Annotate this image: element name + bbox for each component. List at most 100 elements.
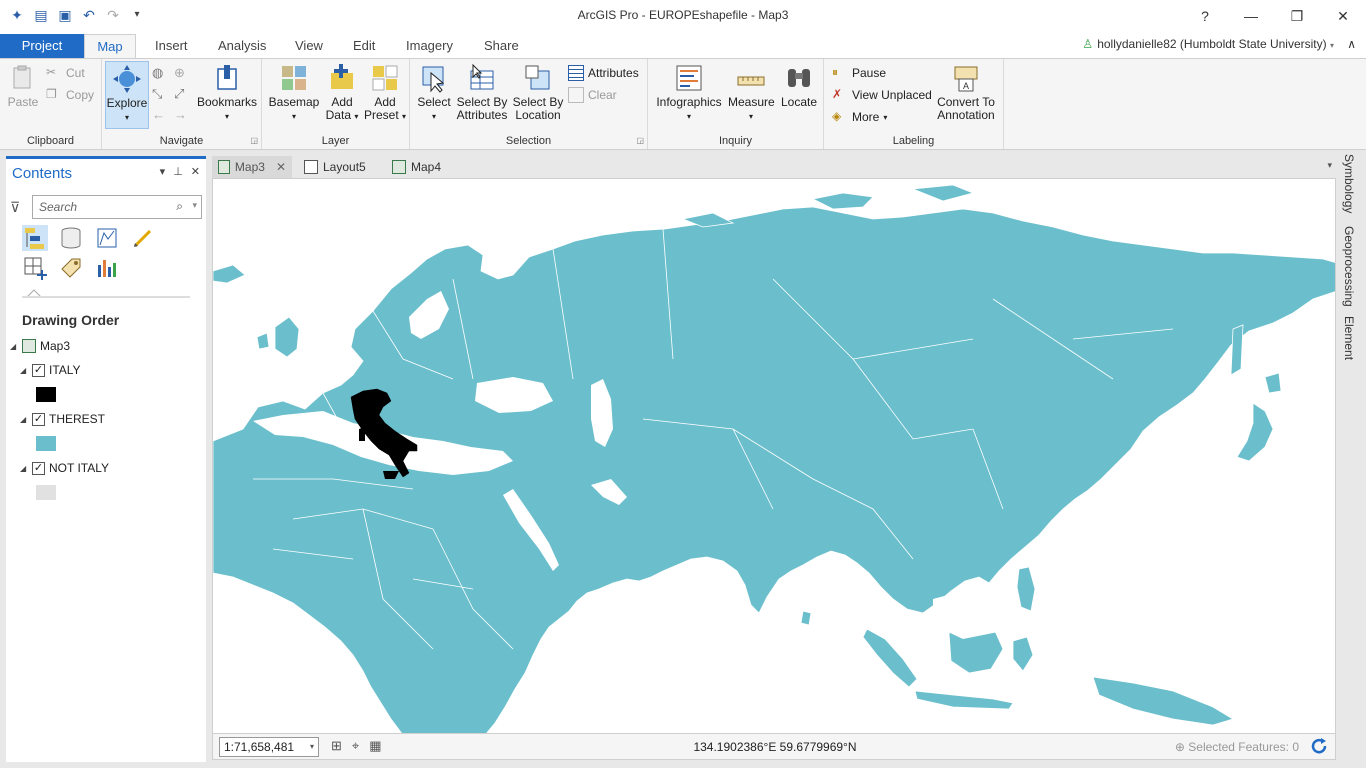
select-by-attributes-button[interactable]: Select By Attributes — [454, 61, 510, 122]
collapse-ribbon-icon[interactable]: ∧ — [1347, 37, 1356, 51]
therest-polygons[interactable] — [800, 610, 812, 626]
tree-map-node[interactable]: ◢ Map3 — [10, 339, 70, 353]
paste-button[interactable]: Paste — [6, 61, 40, 109]
tab-element[interactable]: Element — [1342, 316, 1356, 360]
layer-row-therest[interactable]: ◢ ✓ THEREST — [20, 412, 105, 426]
previous-extent-icon[interactable]: ← — [152, 107, 174, 122]
italy-symbol-swatch[interactable] — [36, 387, 56, 402]
attributes-button[interactable]: Attributes — [568, 65, 639, 81]
map-view[interactable] — [212, 178, 1336, 734]
select-button[interactable]: Select ▾ — [414, 61, 454, 123]
contents-search-input[interactable]: Search ⌕ ▾ — [32, 195, 202, 219]
therest-polygons[interactable] — [1236, 402, 1274, 462]
fixed-zoom-icon[interactable]: ⊕ — [174, 65, 196, 81]
tab-view[interactable]: View — [283, 34, 335, 58]
therest-polygons[interactable] — [862, 628, 918, 688]
snapping-icon[interactable] — [22, 255, 48, 281]
collapse-layer-icon[interactable]: ◢ — [20, 415, 28, 424]
pause-labeling-button[interactable]: ⏸ Pause — [832, 65, 886, 81]
tab-geoprocessing[interactable]: Geoprocessing — [1342, 226, 1356, 307]
inquiry-group: Infographics ▾ Measure ▾ Locate Inquiry — [648, 59, 824, 149]
scissors-icon: ✂ — [46, 65, 57, 79]
view-unplaced-button[interactable]: ✗ View Unplaced — [832, 87, 932, 103]
labeling-list-icon[interactable] — [58, 255, 84, 281]
map-canvas[interactable] — [213, 179, 1336, 734]
view-tab-layout5[interactable]: Layout5 — [298, 156, 372, 178]
tab-imagery[interactable]: Imagery — [394, 34, 465, 58]
close-button[interactable]: ✕ — [1320, 0, 1366, 32]
help-button[interactable]: ? — [1182, 0, 1228, 32]
convert-to-annotation-button[interactable]: A Convert To Annotation — [934, 61, 998, 122]
basemap-button[interactable]: Basemap ▾ — [268, 61, 320, 123]
layer-visibility-checkbox[interactable]: ✓ — [32, 461, 45, 475]
pane-options-icon[interactable]: ▾ — [160, 165, 166, 178]
therest-polygons[interactable] — [811, 192, 874, 210]
close-pane-icon[interactable]: ✕ — [191, 165, 200, 178]
window-title: ArcGIS Pro - EUROPEshapefile - Map3 — [577, 8, 789, 22]
next-extent-icon[interactable]: → — [174, 107, 196, 122]
search-icon[interactable]: ⌕ — [176, 199, 183, 214]
tab-insert[interactable]: Insert — [143, 34, 200, 58]
user-account[interactable]: ♙ hollydanielle82 (Humboldt State Univers… — [1082, 37, 1334, 51]
therest-polygons[interactable] — [1264, 372, 1282, 394]
add-preset-button[interactable]: Add Preset ▾ — [362, 61, 408, 123]
select-by-location-button[interactable]: Select By Location — [510, 61, 566, 122]
layer-visibility-checkbox[interactable]: ✓ — [32, 412, 45, 426]
cut-button[interactable]: ✂ Cut — [46, 65, 85, 81]
tab-edit[interactable]: Edit — [341, 34, 387, 58]
selection-list-icon[interactable] — [94, 225, 120, 251]
tab-map[interactable]: Map — [84, 34, 136, 58]
tab-share[interactable]: Share — [472, 34, 531, 58]
more-labeling-button[interactable]: ◈ More ▾ — [832, 109, 887, 125]
restore-button[interactable]: ❐ — [1274, 0, 1320, 32]
bookmarks-button[interactable]: Bookmarks ▾ — [196, 61, 258, 123]
view-tab-map3[interactable]: Map3 ✕ — [212, 156, 292, 178]
therest-polygons[interactable] — [914, 690, 1014, 710]
layer-row-not-italy[interactable]: ◢ ✓ NOT ITALY — [20, 461, 109, 475]
zoom-in-fixed-icon[interactable]: ⤡ — [152, 86, 174, 102]
editing-icon[interactable] — [130, 225, 156, 251]
therest-polygons[interactable] — [1012, 636, 1034, 672]
measure-button[interactable]: Measure ▾ — [728, 61, 775, 123]
infographics-button[interactable]: Infographics ▾ — [654, 61, 724, 123]
therest-polygons[interactable] — [1092, 676, 1234, 726]
full-extent-icon[interactable]: ◍ — [152, 65, 174, 81]
close-tab-icon[interactable]: ✕ — [276, 156, 286, 178]
filter-icon[interactable]: ⊽ — [10, 199, 20, 216]
clear-selection-button[interactable]: Clear — [568, 87, 617, 103]
charts-icon[interactable] — [94, 255, 120, 281]
not-italy-symbol-swatch[interactable] — [36, 485, 56, 500]
tab-analysis[interactable]: Analysis — [206, 34, 278, 58]
tab-project[interactable]: Project — [0, 34, 84, 58]
therest-polygons[interactable] — [912, 184, 975, 202]
navigate-launcher-icon[interactable]: ◲ — [250, 136, 258, 145]
therest-polygons[interactable] — [256, 332, 270, 350]
therest-polygons[interactable] — [1016, 566, 1036, 612]
therest-polygons[interactable] — [213, 206, 1336, 734]
layer-visibility-checkbox[interactable]: ✓ — [32, 363, 45, 377]
therest-polygons[interactable] — [274, 316, 300, 358]
search-dropdown-icon[interactable]: ▾ — [192, 200, 197, 211]
add-data-button[interactable]: Add Data ▾ — [322, 61, 362, 123]
therest-polygons[interactable] — [1230, 324, 1244, 376]
italy-polygon[interactable] — [359, 427, 365, 441]
collapse-layer-icon[interactable]: ◢ — [20, 366, 28, 375]
pin-icon[interactable]: ⊥ — [173, 165, 183, 178]
refresh-icon[interactable] — [1309, 736, 1329, 756]
minimize-button[interactable]: — — [1228, 0, 1274, 32]
zoom-out-fixed-icon[interactable]: ⤢ — [174, 86, 196, 102]
collapse-layer-icon[interactable]: ◢ — [20, 464, 28, 473]
therest-polygons[interactable] — [213, 264, 246, 284]
collapse-map-icon[interactable]: ◢ — [10, 342, 18, 351]
locate-button[interactable]: Locate — [776, 61, 822, 109]
view-tabs-dropdown-icon[interactable]: ▾ — [1327, 160, 1332, 171]
view-tab-map4[interactable]: Map4 — [386, 156, 447, 178]
explore-button[interactable]: Explore ▾ — [105, 61, 149, 129]
data-source-icon[interactable] — [58, 225, 84, 251]
layer-row-italy[interactable]: ◢ ✓ ITALY — [20, 363, 81, 377]
tab-symbology[interactable]: Symbology — [1342, 154, 1356, 213]
selection-launcher-icon[interactable]: ◲ — [636, 136, 644, 145]
drawing-order-icon[interactable] — [22, 225, 48, 251]
therest-symbol-swatch[interactable] — [36, 436, 56, 451]
copy-button[interactable]: ❐ Copy — [46, 87, 94, 103]
